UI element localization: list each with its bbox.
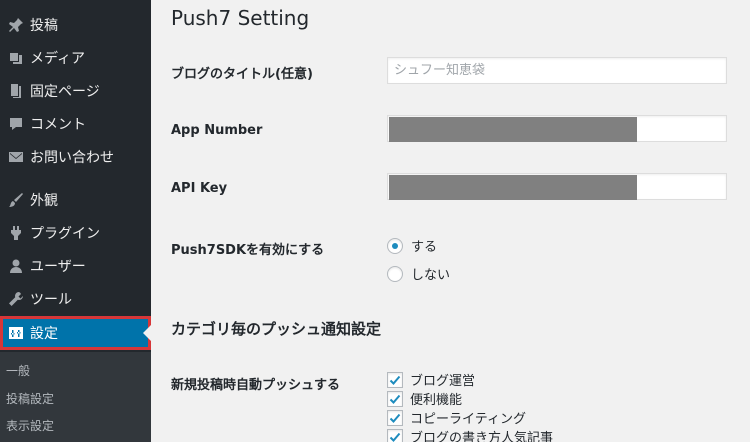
redaction-bar: [389, 175, 637, 200]
category-label: コピーライティング: [410, 412, 526, 427]
sidebar-item-appearance[interactable]: 外観: [0, 183, 151, 216]
wrench-icon: [5, 291, 27, 307]
sidebar-item-label: コメント: [30, 116, 86, 133]
check-icon: [389, 394, 401, 404]
sdk-label: Push7SDKを有効にする: [171, 243, 325, 258]
sidebar-item-media[interactable]: メディア: [0, 41, 151, 74]
user-icon: [5, 258, 27, 274]
check-icon: [389, 432, 401, 442]
sidebar-item-label: 設定: [30, 326, 58, 342]
active-pointer: [143, 325, 151, 341]
submenu-item-reading[interactable]: 表示設定: [6, 417, 54, 434]
category-label: 便利機能: [410, 393, 463, 408]
settings-submenu: 一般 投稿設定 表示設定: [0, 352, 151, 442]
sidebar-item-label: ツール: [30, 291, 72, 308]
sidebar-item-label: プラグイン: [30, 225, 100, 242]
sidebar-item-tools[interactable]: ツール: [0, 282, 151, 315]
sidebar-item-label: ユーザー: [30, 258, 86, 275]
submenu-item-writing[interactable]: 投稿設定: [6, 390, 54, 407]
checkbox-checked[interactable]: [387, 371, 403, 388]
app-number-input[interactable]: [387, 115, 727, 142]
category-checkbox-row[interactable]: 便利機能: [387, 389, 462, 408]
sidebar-item-users[interactable]: ユーザー: [0, 249, 151, 282]
sidebar-item-posts[interactable]: 投稿: [0, 8, 151, 41]
checkbox-checked[interactable]: [387, 390, 403, 407]
checkbox-checked[interactable]: [387, 428, 403, 442]
category-checkbox-row[interactable]: コピーライティング: [387, 408, 526, 427]
comment-icon: [5, 116, 27, 132]
page-icon: [5, 83, 27, 99]
api-key-input[interactable]: [387, 173, 727, 200]
plugin-icon: [5, 225, 27, 241]
radio-label: する: [411, 240, 438, 255]
check-icon: [389, 413, 401, 423]
sidebar-item-label: 投稿: [30, 17, 58, 34]
sidebar-item-label: 固定ページ: [30, 83, 100, 100]
page-title: Push7 Setting: [171, 6, 310, 30]
radio-label: しない: [411, 268, 451, 283]
sdk-disable-radio[interactable]: しない: [387, 264, 450, 283]
sidebar-item-label: メディア: [30, 50, 86, 67]
sidebar-item-pages[interactable]: 固定ページ: [0, 74, 151, 107]
sidebar-item-label: お問い合わせ: [30, 149, 114, 166]
mail-icon: [5, 149, 27, 165]
checkbox-checked[interactable]: [387, 409, 403, 426]
api-key-label: API Key: [171, 181, 228, 196]
submenu-item-general[interactable]: 一般: [6, 362, 30, 379]
admin-sidebar: 投稿 メディア 固定ページ コメント お問い合わせ 外観 プラグイン ユーザー …: [0, 0, 151, 442]
blog-title-input[interactable]: [387, 57, 727, 84]
settings-content: Push7 Setting ブログのタイトル(任意) App Number AP…: [151, 0, 750, 442]
radio-unselected[interactable]: [387, 265, 403, 282]
pushpin-icon: [5, 17, 27, 33]
sidebar-item-contact[interactable]: お問い合わせ: [0, 140, 151, 173]
category-label: ブログの書き方人気記事: [410, 431, 554, 442]
category-label: ブログ運営: [410, 374, 476, 389]
settings-icon: [5, 325, 27, 341]
sidebar-item-settings[interactable]: 設定: [0, 316, 151, 350]
category-section-title: カテゴリ毎のプッシュ通知設定: [171, 320, 382, 338]
brush-icon: [5, 192, 27, 208]
media-icon: [5, 50, 27, 66]
sidebar-item-label: 外観: [30, 192, 58, 209]
category-checkbox-row[interactable]: ブログの書き方人気記事: [387, 427, 553, 442]
category-checkbox-row[interactable]: ブログ運営: [387, 370, 475, 389]
redaction-bar: [389, 117, 637, 142]
check-icon: [389, 375, 401, 385]
blog-title-label: ブログのタイトル(任意): [171, 67, 313, 82]
radio-selected[interactable]: [387, 237, 403, 254]
sidebar-item-comments[interactable]: コメント: [0, 107, 151, 140]
sidebar-item-plugins[interactable]: プラグイン: [0, 216, 151, 249]
app-number-label: App Number: [171, 123, 263, 138]
auto-push-label: 新規投稿時自動プッシュする: [171, 378, 341, 393]
sdk-enable-radio[interactable]: する: [387, 236, 437, 255]
